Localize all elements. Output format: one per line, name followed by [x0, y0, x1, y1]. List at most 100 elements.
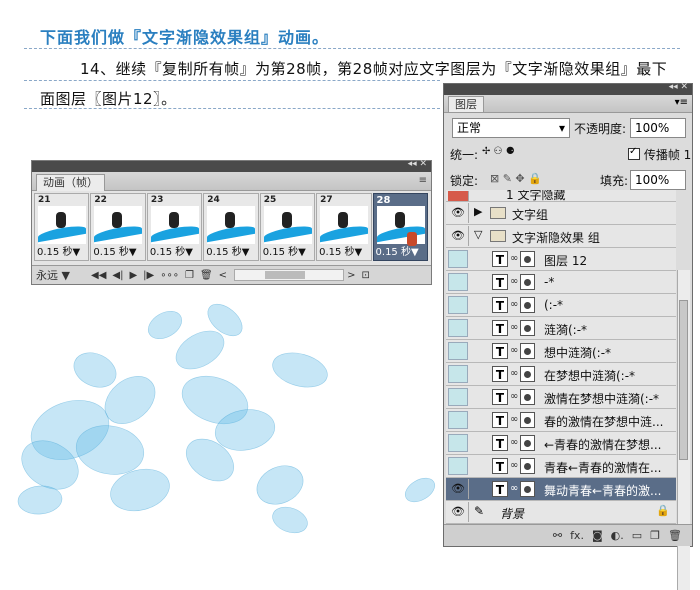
- doc-title: 下面我们做『文字渐隐效果组』动画。: [40, 28, 330, 47]
- layer-row[interactable]: T ∞ 在梦想中涟漪(:-*: [446, 363, 676, 386]
- layer-row-selected[interactable]: 👁 T ∞ 舞动青春←青春的激...: [446, 478, 676, 501]
- layer-name: 1 文字隐藏: [506, 190, 566, 202]
- frame-delay[interactable]: 0.15 秒▼: [263, 243, 306, 258]
- group-row[interactable]: 👁 ▶ 文字组: [446, 202, 676, 225]
- chevron-right-icon[interactable]: ▶: [474, 205, 482, 218]
- eye-toggle[interactable]: [448, 296, 468, 314]
- frame-25[interactable]: 25 0.15 秒▼: [259, 193, 316, 261]
- frame-delay[interactable]: 0.15 秒▼: [93, 243, 136, 258]
- layer-row[interactable]: T ∞ -*: [446, 271, 676, 294]
- eye-toggle[interactable]: [448, 273, 468, 291]
- new-layer-icon[interactable]: ❐: [650, 529, 660, 542]
- adjustment-icon[interactable]: ◐.: [611, 529, 624, 542]
- tab-animation[interactable]: 动画（帧）: [36, 174, 105, 191]
- lock-icon: 🔒: [656, 504, 670, 517]
- eye-icon[interactable]: 👁: [448, 502, 469, 522]
- loop-value: 永远: [36, 269, 58, 282]
- frame-27[interactable]: 27 0.15 秒▼: [316, 193, 372, 261]
- layer-row[interactable]: T ∞ 激情在梦想中涟漪(:-*: [446, 386, 676, 409]
- frame-21[interactable]: 21 0.15 秒▼: [34, 193, 90, 261]
- layer-row[interactable]: T ∞ 春的激情在梦想中涟...: [446, 409, 676, 432]
- scroll-left-icon[interactable]: <: [219, 270, 227, 281]
- layer-name: 青春←青春的激情在...: [544, 461, 662, 475]
- link-icon[interactable]: ⚯: [553, 529, 562, 542]
- chevron-down-icon: ▼: [61, 269, 70, 282]
- mask-icon[interactable]: ◙: [592, 529, 603, 542]
- panel-topbar[interactable]: ◂◂ ✕: [32, 159, 431, 172]
- eye-icon[interactable]: [448, 191, 469, 201]
- play-icon[interactable]: ▶: [129, 270, 137, 281]
- fx-icon[interactable]: fx.: [570, 529, 584, 542]
- eye-icon[interactable]: 👁: [448, 203, 469, 223]
- group-row[interactable]: 👁 ▽ 文字渐隐效果 组: [446, 225, 676, 248]
- frame-24[interactable]: 24 0.15 秒▼: [203, 193, 259, 261]
- text-layer-icon: T: [492, 251, 508, 267]
- layer-name: (:-*: [544, 298, 564, 312]
- layer-row-partial[interactable]: 1 文字隐藏: [446, 190, 676, 202]
- layer-row[interactable]: T ∞ 想中涟漪(:-*: [446, 340, 676, 363]
- frame-delay[interactable]: 0.15 秒▼: [206, 243, 249, 258]
- text-layer-icon: T: [492, 458, 508, 474]
- previous-frame-icon[interactable]: ◀|: [112, 270, 123, 281]
- layer-row[interactable]: T ∞ ←青春的激情在梦想...: [446, 432, 676, 455]
- trash-icon[interactable]: 🗑: [200, 270, 213, 281]
- frame-23[interactable]: 23 0.15 秒▼: [146, 193, 203, 261]
- frame-28-selected[interactable]: 28 0.15 秒▼: [372, 193, 428, 261]
- eye-toggle[interactable]: [448, 342, 468, 360]
- fill-field[interactable]: 100%: [630, 170, 686, 190]
- style-icon: [520, 481, 535, 497]
- eye-toggle[interactable]: [448, 457, 468, 475]
- frame-number: 28: [376, 195, 391, 206]
- layer-row[interactable]: T ∞ 青春←青春的激情在...: [446, 455, 676, 478]
- layer-row[interactable]: T ∞ 涟漪(:-*: [446, 317, 676, 340]
- text-layer-icon: T: [492, 481, 508, 497]
- layer-row[interactable]: T ∞ (:-*: [446, 294, 676, 317]
- panel-menu-icon[interactable]: ≡: [419, 175, 427, 186]
- frame-delay[interactable]: 0.15 秒▼: [150, 243, 193, 258]
- first-frame-icon[interactable]: ◀◀: [91, 270, 106, 281]
- eye-toggle[interactable]: [448, 434, 468, 452]
- chevron-down-icon[interactable]: ▽: [474, 228, 482, 241]
- eye-icon[interactable]: 👁: [448, 226, 469, 246]
- eye-toggle[interactable]: [448, 388, 468, 406]
- layer-name: 在梦想中涟漪(:-*: [544, 369, 636, 383]
- loop-select[interactable]: 永远 ▼: [36, 267, 88, 283]
- frame-thumbnail: [150, 206, 199, 244]
- tween-icon[interactable]: ∘∘∘: [160, 270, 179, 281]
- propagate-frame-checkbox[interactable]: 传播帧 1: [628, 146, 691, 163]
- background-layer-row[interactable]: 👁 ✎ 背景 🔒: [446, 501, 676, 524]
- frame-delay[interactable]: 0.15 秒▼: [37, 243, 80, 258]
- text-layer-icon: T: [492, 274, 508, 290]
- eye-toggle[interactable]: [448, 411, 468, 429]
- collapse-icon[interactable]: ◂◂ ✕: [408, 159, 427, 169]
- fill-value: 100%: [635, 173, 670, 187]
- frame-scrollbar[interactable]: [234, 269, 345, 281]
- chevron-down-icon: ▾: [558, 121, 565, 135]
- trash-icon[interactable]: 🗑: [668, 529, 682, 542]
- layer-row[interactable]: T ∞ 图层 12: [446, 248, 676, 271]
- panel-menu-icon[interactable]: ▾≡: [675, 97, 688, 108]
- folder-icon[interactable]: ▭: [632, 529, 642, 542]
- lock-icons[interactable]: ⊠ ✎ ✥ 🔒: [490, 172, 542, 185]
- unify-position-icon[interactable]: ✢ ⚇ ⚈: [482, 146, 515, 157]
- opacity-field[interactable]: 100%: [630, 118, 686, 138]
- eye-toggle[interactable]: [448, 365, 468, 383]
- link-icon: ∞: [510, 414, 519, 425]
- eye-icon[interactable]: 👁: [448, 479, 469, 499]
- frame-22[interactable]: 22 0.15 秒▼: [90, 193, 146, 261]
- next-frame-icon[interactable]: |▶: [143, 270, 154, 281]
- blend-mode-select[interactable]: 正常 ▾: [452, 118, 570, 138]
- frame-thumbnail: [38, 206, 86, 244]
- panel-topbar[interactable]: ◂◂ ✕: [444, 82, 692, 95]
- tab-layers[interactable]: 图层: [448, 96, 484, 112]
- timeline-toggle-icon[interactable]: ⊡: [361, 270, 369, 281]
- link-icon: ∞: [510, 460, 519, 471]
- text-layer-icon: T: [492, 412, 508, 428]
- scroll-right-icon[interactable]: >: [347, 270, 355, 281]
- eye-toggle[interactable]: [448, 319, 468, 337]
- frame-delay[interactable]: 0.15 秒▼: [319, 243, 362, 258]
- unify-label: 统一:: [450, 148, 479, 162]
- eye-toggle[interactable]: [448, 250, 468, 268]
- collapse-icon[interactable]: ◂◂ ✕: [669, 82, 688, 92]
- duplicate-frame-icon[interactable]: ❐: [185, 270, 194, 281]
